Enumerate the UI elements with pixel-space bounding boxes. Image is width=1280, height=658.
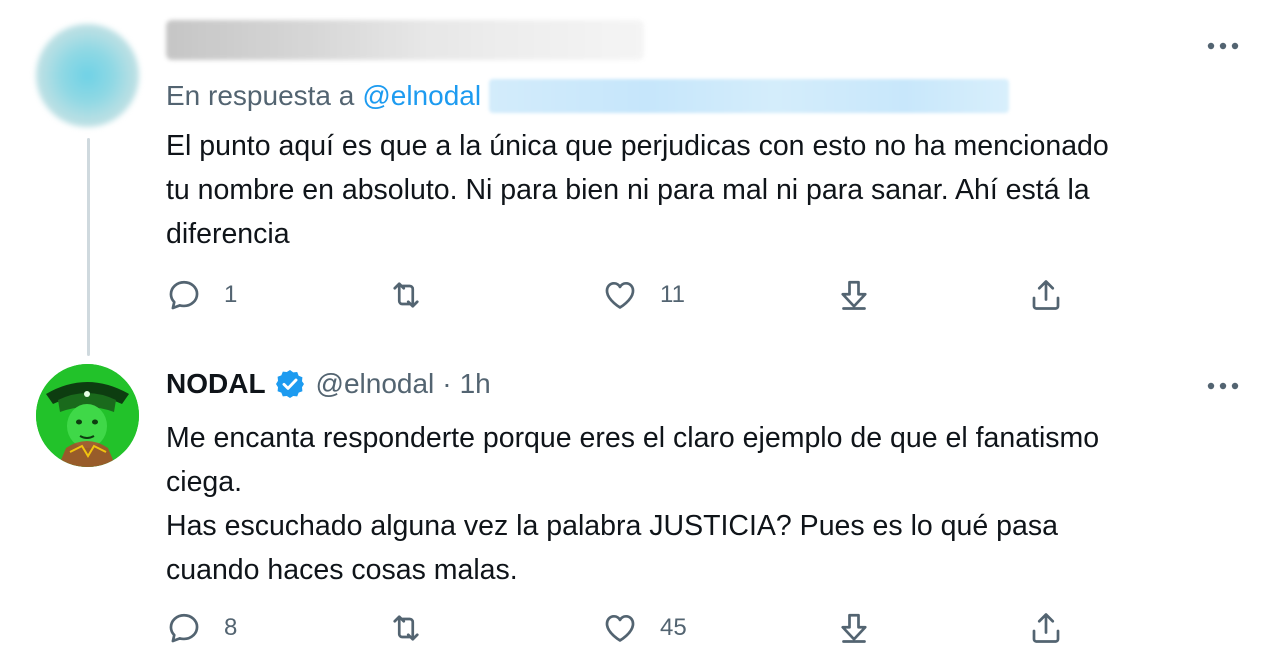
tweet-actions: 1 11 [166, 275, 1086, 315]
tweet-content: NODAL @elnodal · 1h Me encanta responder… [166, 362, 1220, 592]
share-button[interactable] [1028, 275, 1064, 315]
heart-icon [602, 610, 638, 646]
share-icon [1028, 277, 1064, 313]
handle[interactable]: @elnodal [316, 368, 435, 400]
download-icon [836, 277, 872, 313]
blurred-mentions [489, 79, 1010, 113]
retweet-icon [388, 277, 424, 313]
tweet-header: NODAL @elnodal · 1h [166, 362, 1220, 406]
timestamp[interactable]: 1h [460, 368, 491, 400]
like-count: 11 [660, 281, 685, 308]
reply-icon [166, 277, 202, 313]
download-button[interactable] [836, 608, 872, 648]
reply-button[interactable]: 1 [166, 275, 237, 315]
avatar[interactable] [36, 364, 139, 467]
separator-dot: · [442, 368, 452, 399]
retweet-button[interactable] [388, 608, 424, 648]
share-button[interactable] [1028, 608, 1064, 648]
verified-badge-icon [274, 368, 306, 400]
retweet-button[interactable] [388, 275, 424, 315]
download-button[interactable] [836, 275, 872, 315]
reply-button[interactable]: 8 [166, 608, 237, 648]
more-icon[interactable] [1206, 36, 1240, 56]
reply-count: 8 [224, 614, 238, 641]
reply-count: 1 [224, 281, 238, 308]
avatar[interactable] [36, 24, 139, 127]
like-button[interactable]: 45 [602, 608, 687, 648]
share-icon [1028, 610, 1064, 646]
reply-mention-link[interactable]: @elnodal [362, 80, 481, 112]
more-icon[interactable] [1206, 376, 1240, 396]
retweet-icon [388, 610, 424, 646]
download-icon [836, 610, 872, 646]
tweet-text: El punto aquí es que a la única que perj… [166, 130, 1109, 250]
reply-prefix: En respuesta a [166, 80, 355, 111]
tweet[interactable]: NODAL @elnodal · 1h Me encanta responder… [0, 350, 1280, 658]
tweet[interactable]: En respuesta a @elnodal El punto aquí es… [0, 0, 1280, 356]
blurred-author-name [166, 20, 644, 60]
tweet-actions: 8 45 [166, 608, 1086, 648]
tweet-text: Me encanta responderte porque eres el cl… [166, 422, 1100, 586]
heart-icon [602, 277, 638, 313]
like-button[interactable]: 11 [602, 275, 685, 315]
display-name[interactable]: NODAL [166, 368, 266, 400]
reply-icon [166, 610, 202, 646]
like-count: 45 [660, 614, 687, 641]
tweet-content: En respuesta a @elnodal El punto aquí es… [166, 20, 1220, 256]
thread-line [87, 138, 90, 356]
reply-context: En respuesta a @elnodal [166, 76, 1220, 116]
